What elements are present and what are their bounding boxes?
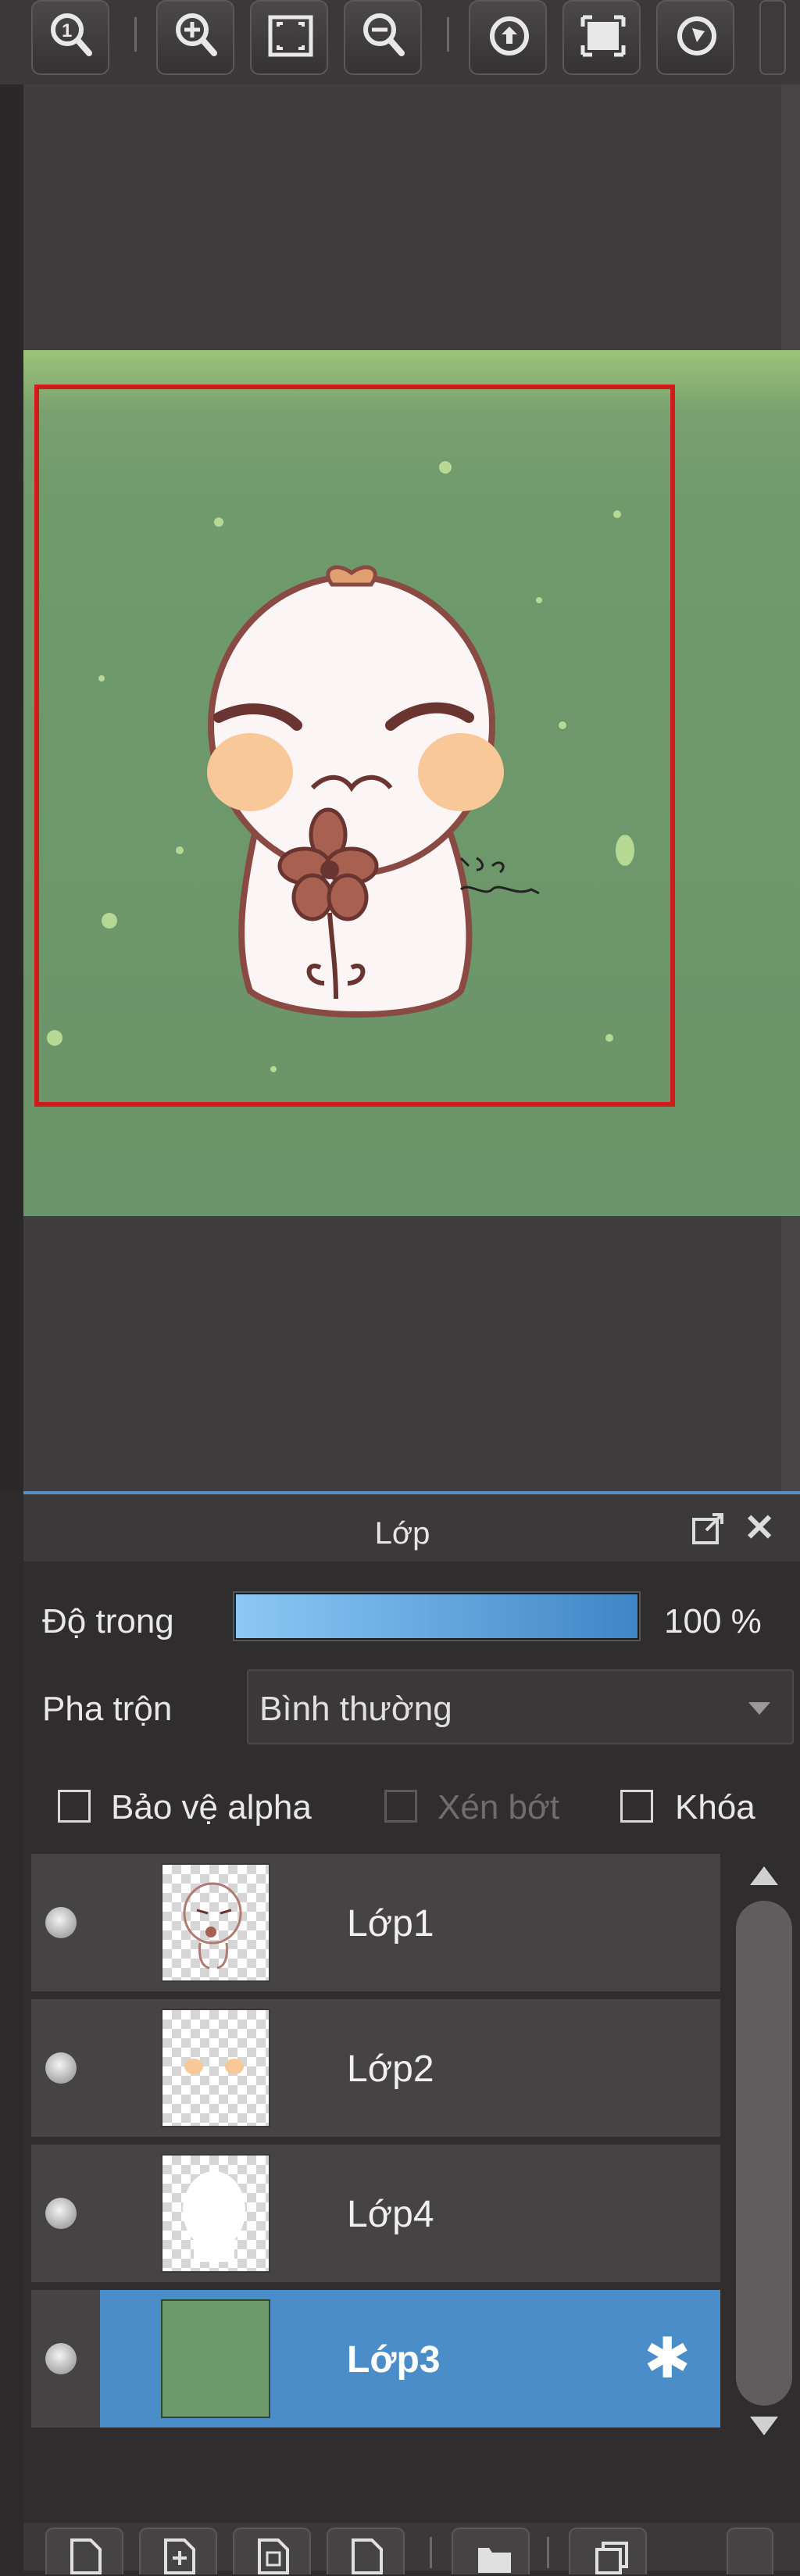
fit-window-icon — [580, 15, 626, 57]
fit-screen-button[interactable] — [250, 0, 328, 75]
layer-list: Lớp1 Lớp2 Lớp4 Lớp3 ✱ — [31, 1854, 727, 2448]
layer-actions-bar — [23, 2523, 800, 2574]
toolbar-overflow-button[interactable] — [759, 0, 786, 75]
close-icon[interactable]: ✕ — [744, 1510, 775, 1547]
layer-panel: Lớp ✕ Độ trong 100 % Pha trộn Bình thườn… — [23, 1491, 800, 2574]
fit-screen-icon — [268, 15, 313, 57]
panel-menu-button[interactable] — [727, 2528, 773, 2574]
lock-label: Khóa — [675, 1788, 755, 1826]
protect-alpha-checkbox[interactable] — [58, 1790, 91, 1823]
layer-row[interactable]: Lớp1 — [31, 1854, 720, 1991]
blend-mode-label: Pha trộn — [42, 1690, 173, 1728]
visibility-icon[interactable] — [45, 2198, 77, 2229]
zoom-in-icon — [176, 13, 217, 56]
view-toolbar: 1 — [0, 0, 800, 84]
scrollbar-thumb[interactable] — [736, 1901, 792, 2406]
visibility-icon[interactable] — [45, 2052, 77, 2084]
blend-mode-value: Bình thường — [259, 1690, 452, 1728]
fit-window-button[interactable] — [562, 0, 641, 75]
svg-text:1: 1 — [62, 20, 72, 41]
panel-title: Lớp — [374, 1516, 430, 1551]
scroll-down-icon[interactable] — [750, 2417, 778, 2435]
protect-alpha-label: Bảo vệ alpha — [111, 1788, 312, 1826]
zoom-out-button[interactable] — [344, 0, 422, 75]
zoom-out-icon — [363, 13, 405, 56]
layer-file-button[interactable] — [327, 2528, 405, 2574]
copy-button[interactable] — [569, 2528, 647, 2574]
duplicate-layer-button[interactable] — [233, 2528, 311, 2574]
zoom-in-button[interactable] — [156, 0, 234, 75]
rotate-left-button[interactable] — [469, 0, 547, 75]
blend-mode-select[interactable]: Bình thường — [247, 1669, 794, 1744]
new-layer-button[interactable] — [45, 2528, 123, 2574]
layer-name: Lớp2 — [347, 2048, 434, 2090]
rotate-left-icon — [490, 16, 529, 55]
layer-name: Lớp3 — [347, 2339, 441, 2381]
folder-button[interactable] — [452, 2528, 530, 2574]
opacity-label: Độ trong — [42, 1602, 174, 1640]
panel-header: Lớp ✕ — [23, 1494, 800, 1562]
rotate-right-icon — [677, 16, 716, 55]
layer-thumbnail — [161, 2299, 270, 2418]
chevron-down-icon — [748, 1702, 770, 1715]
layer-row[interactable]: Lớp4 — [31, 2145, 720, 2282]
gear-icon[interactable]: ✱ — [644, 2331, 691, 2387]
selection-rectangle[interactable] — [34, 385, 675, 1107]
left-rail — [0, 84, 23, 1491]
add-layer-button[interactable] — [139, 2528, 217, 2574]
layer-thumbnail — [161, 2154, 270, 2273]
popout-icon[interactable] — [691, 1512, 725, 1546]
scroll-up-icon[interactable] — [750, 1866, 778, 1885]
layer-list-scrollbar[interactable] — [731, 1854, 794, 2448]
layer-thumbnail — [161, 1863, 270, 1982]
layer-row-selected[interactable]: Lớp3 ✱ — [31, 2290, 720, 2428]
canvas-area[interactable] — [0, 84, 800, 1491]
zoom-actual-button[interactable]: 1 — [31, 0, 109, 75]
layer-name: Lớp4 — [347, 2194, 434, 2235]
lock-checkbox[interactable] — [620, 1790, 653, 1823]
clipping-checkbox[interactable] — [384, 1790, 417, 1823]
visibility-icon[interactable] — [45, 1907, 77, 1938]
layer-name: Lớp1 — [347, 1903, 434, 1945]
layer-thumbnail — [161, 2009, 270, 2127]
opacity-slider[interactable] — [233, 1591, 641, 1641]
opacity-slider-fill — [236, 1594, 638, 1638]
opacity-value: 100 % — [664, 1602, 762, 1640]
layer-row[interactable]: Lớp2 — [31, 1999, 720, 2137]
artboard[interactable] — [23, 350, 800, 1216]
zoom-actual-icon: 1 — [51, 13, 92, 56]
clipping-label: Xén bớt — [438, 1788, 560, 1826]
rotate-right-button[interactable] — [656, 0, 734, 75]
visibility-icon[interactable] — [45, 2343, 77, 2374]
